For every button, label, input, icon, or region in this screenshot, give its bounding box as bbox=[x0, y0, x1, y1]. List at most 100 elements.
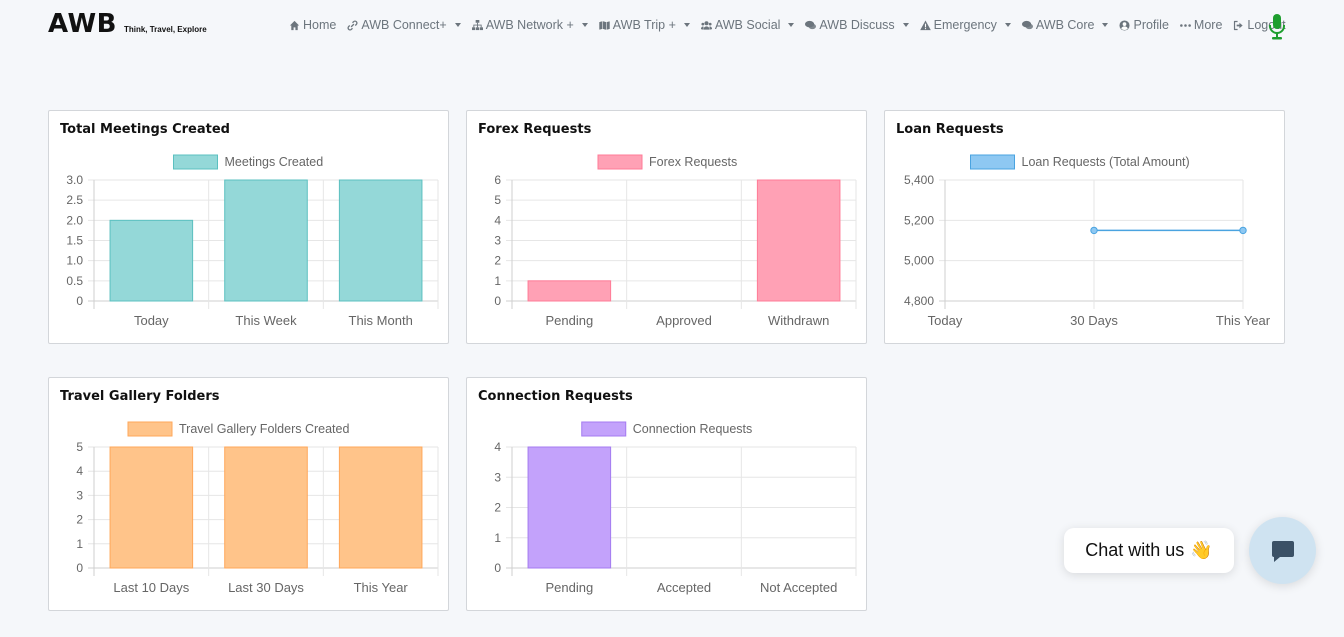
chat-with-us-bubble[interactable]: Chat with us 👋 bbox=[1064, 528, 1234, 573]
nav-item-awb-core[interactable]: AWB Core bbox=[1021, 18, 1109, 32]
card-loan-requests: Loan Requests Loan Requests (Total Amoun… bbox=[884, 110, 1285, 344]
y-tick-label: 4,800 bbox=[904, 294, 934, 308]
nav-item-awb-discuss[interactable]: AWB Discuss bbox=[805, 18, 909, 32]
travel-gallery-chart: Travel Gallery Folders Created 5 4 3 2 1 0 Last… bbox=[76, 421, 439, 595]
nav-item-label: AWB Core bbox=[1035, 18, 1095, 32]
caret-down-icon bbox=[581, 23, 588, 27]
y-tick-label: 1.5 bbox=[66, 234, 83, 248]
nav-item-label: AWB Connect+ bbox=[361, 18, 447, 32]
caret-down-icon bbox=[788, 23, 795, 27]
nav-item-awb-social[interactable]: AWB Social bbox=[700, 18, 795, 32]
microphone-icon[interactable] bbox=[1267, 14, 1287, 40]
y-tick-label: 3 bbox=[494, 234, 501, 248]
nav-item-label: AWB Discuss bbox=[819, 18, 895, 32]
nav-item-awb-trip[interactable]: AWB Trip + bbox=[598, 18, 690, 32]
x-tick-label: Withdrawn bbox=[768, 313, 829, 328]
nav-item-more[interactable]: More bbox=[1180, 18, 1222, 32]
y-tick-label: 4 bbox=[494, 440, 501, 454]
legend-swatch bbox=[127, 421, 173, 437]
y-tick-label: 2 bbox=[76, 513, 83, 527]
y-tick-label: 5,200 bbox=[904, 213, 934, 227]
link-icon bbox=[347, 20, 358, 30]
loan-chart: Loan Requests (Total Amount) 5,400 5,200 5,… bbox=[904, 154, 1271, 328]
brand-name: AWB bbox=[48, 9, 117, 39]
legend-swatch bbox=[581, 421, 627, 437]
legend-swatch bbox=[970, 154, 1015, 170]
data-point bbox=[1239, 226, 1247, 235]
x-tick-label: Last 10 Days bbox=[113, 580, 189, 595]
y-tick-label: 4 bbox=[494, 213, 501, 227]
y-tick-label: 0 bbox=[76, 561, 83, 575]
connection-chart: Connection Requests 4 3 2 1 0 Pending Accepted N… bbox=[494, 421, 857, 595]
nav-item-awb-network[interactable]: AWB Network + bbox=[471, 18, 588, 32]
legend-swatch bbox=[597, 154, 643, 170]
nav-item-label: AWB Social bbox=[714, 18, 781, 32]
x-tick-label: Pending bbox=[545, 580, 593, 595]
caret-down-icon bbox=[1004, 23, 1011, 27]
y-tick-label: 3.0 bbox=[66, 173, 83, 187]
bar bbox=[527, 446, 612, 569]
x-tick-label: Not Accepted bbox=[760, 580, 837, 595]
x-tick-label: Today bbox=[928, 313, 963, 328]
comments-icon bbox=[805, 20, 817, 29]
x-tick-label: Accepted bbox=[657, 580, 711, 595]
x-tick-label: This Week bbox=[235, 313, 297, 328]
nav-item-home[interactable]: Home bbox=[289, 18, 336, 32]
nav-item-label: Emergency bbox=[933, 18, 997, 32]
y-tick-label: 1 bbox=[76, 537, 83, 551]
caret-down-icon bbox=[1102, 23, 1109, 27]
ellipsis-icon bbox=[1180, 23, 1191, 27]
y-tick-label: 5 bbox=[494, 193, 501, 207]
comments-icon bbox=[1021, 20, 1033, 29]
users-icon bbox=[700, 20, 712, 30]
bar bbox=[338, 179, 423, 302]
caret-down-icon bbox=[454, 23, 461, 27]
bar bbox=[756, 179, 841, 302]
sitemap-icon bbox=[471, 19, 483, 30]
nav-item-profile[interactable]: Profile bbox=[1119, 18, 1169, 32]
x-tick-label: Pending bbox=[545, 313, 593, 328]
chat-icon bbox=[1271, 540, 1294, 562]
bar bbox=[224, 446, 308, 569]
x-tick-label: Last 30 Days bbox=[228, 580, 304, 595]
y-tick-label: 2.0 bbox=[66, 213, 83, 227]
legend-label: Meetings Created bbox=[225, 155, 324, 169]
y-tick-label: 0 bbox=[76, 294, 83, 308]
x-tick-label: This Month bbox=[349, 313, 413, 328]
caret-down-icon bbox=[683, 23, 690, 27]
legend-label: Connection Requests bbox=[633, 422, 753, 436]
bar bbox=[527, 280, 612, 302]
data-point bbox=[1090, 226, 1098, 235]
card-travel-gallery: Travel Gallery Folders Travel Gallery Fo… bbox=[48, 377, 449, 611]
y-tick-label: 4 bbox=[76, 464, 83, 478]
y-tick-label: 2.5 bbox=[66, 193, 83, 207]
bar bbox=[224, 179, 308, 302]
card-connection-requests: Connection Requests Connection Requests 4… bbox=[466, 377, 867, 611]
nav-item-emergency[interactable]: Emergency bbox=[919, 18, 1011, 32]
legend-swatch bbox=[173, 154, 218, 170]
x-tick-label: Approved bbox=[656, 313, 712, 328]
bar bbox=[109, 446, 194, 569]
logout-icon bbox=[1234, 20, 1244, 30]
y-tick-label: 3 bbox=[494, 470, 501, 484]
brand-tagline: Think, Travel, Explore bbox=[123, 25, 207, 34]
home-icon bbox=[289, 20, 300, 30]
y-tick-label: 0 bbox=[494, 561, 501, 575]
user-circle-icon bbox=[1119, 19, 1131, 31]
map-icon bbox=[598, 20, 610, 30]
nav-item-label: Profile bbox=[1133, 18, 1169, 32]
chat-label: Chat with us bbox=[1085, 540, 1185, 560]
y-tick-label: 6 bbox=[494, 173, 501, 187]
x-tick-label: This Year bbox=[354, 580, 409, 595]
x-tick-label: Today bbox=[134, 313, 169, 328]
nav-item-awb-connect[interactable]: AWB Connect+ bbox=[347, 18, 461, 32]
nav-item-label: More bbox=[1193, 18, 1223, 32]
chat-button[interactable] bbox=[1249, 517, 1316, 584]
meetings-chart: Meetings Created 3.0 2.5 2.0 1.5 1.0 0.5 0 Today… bbox=[66, 154, 439, 328]
forex-chart: Forex Requests 6 5 4 3 2 1 0 Pending Approved With… bbox=[494, 154, 857, 328]
card-total-meetings: Total Meetings Created Meetings Created 3… bbox=[48, 110, 449, 344]
brand-logo[interactable]: AWB Think, Travel, Explore bbox=[48, 9, 207, 39]
warning-icon bbox=[919, 19, 931, 30]
legend-label: Travel Gallery Folders Created bbox=[179, 422, 349, 436]
x-tick-label: 30 Days bbox=[1070, 313, 1118, 328]
